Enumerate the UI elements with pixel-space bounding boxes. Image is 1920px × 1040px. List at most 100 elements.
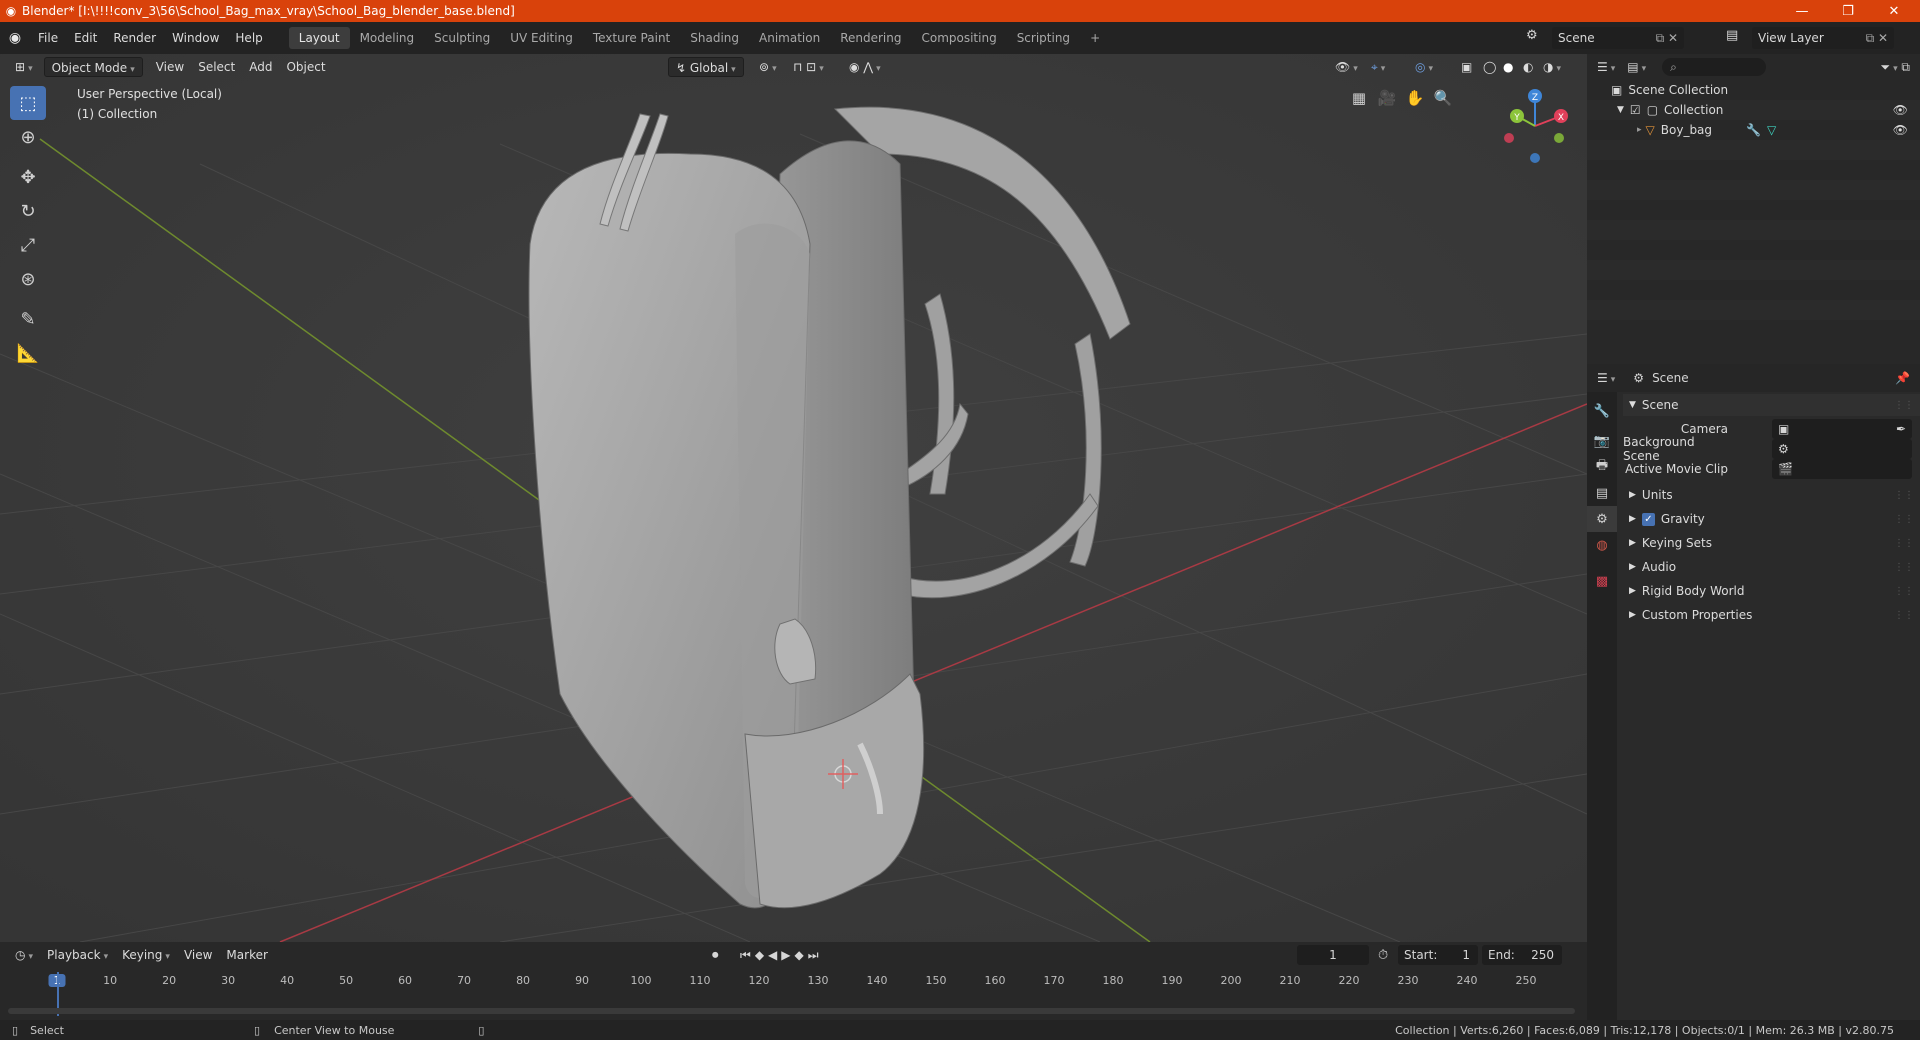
world-tab-icon[interactable]: ◍ xyxy=(1587,532,1617,558)
scene-panel-header[interactable]: ▼ Scene ⋮⋮ xyxy=(1623,394,1920,416)
drag-handle-icon[interactable]: ⋮⋮ xyxy=(1894,562,1914,573)
pivot-icon[interactable]: ⊚ ▾ xyxy=(752,57,784,77)
keying-sets-panel[interactable]: ▶ Keying Sets ⋮⋮ xyxy=(1623,532,1920,554)
pan-hand-icon[interactable]: ✋ xyxy=(1401,84,1429,112)
properties-editor-icon[interactable]: ☰ ▾ xyxy=(1597,371,1615,385)
annotate-icon[interactable]: ✎ xyxy=(10,302,46,336)
visibility-icon[interactable]: 👁 ▾ xyxy=(1328,57,1365,77)
texture-tab-icon[interactable]: ▩ xyxy=(1587,568,1617,594)
expand-arrow-icon[interactable]: ▼ xyxy=(1617,105,1624,115)
marker-menu[interactable]: Marker xyxy=(219,945,274,965)
cursor-icon[interactable]: ⊕ xyxy=(10,120,46,154)
frame-ruler[interactable]: 1102030405060708090100110120130140150160… xyxy=(0,972,1587,992)
viewport-menu-select[interactable]: Select xyxy=(191,57,242,77)
camera-view-icon[interactable]: 🎥 xyxy=(1373,84,1401,112)
play-icon[interactable]: ▶ xyxy=(781,948,794,962)
menu-file[interactable]: File xyxy=(30,27,66,49)
outliner-editor-icon[interactable]: ☰ ▾ xyxy=(1597,60,1615,74)
add-workspace-button[interactable]: + xyxy=(1080,27,1110,49)
move-icon[interactable]: ✥ xyxy=(10,160,46,194)
tab-sculpting[interactable]: Sculpting xyxy=(424,27,500,49)
pin-icon[interactable]: 📌 xyxy=(1895,371,1910,385)
timeline-scrollbar[interactable] xyxy=(8,1008,1575,1014)
record-icon[interactable]: ⏺ xyxy=(712,948,719,963)
zoom-icon[interactable]: 🔍 xyxy=(1429,84,1457,112)
object-visibility-eye-icon[interactable]: 👁 xyxy=(1893,123,1908,137)
output-tab-icon[interactable]: 🖶 xyxy=(1587,454,1617,480)
tab-uv-editing[interactable]: UV Editing xyxy=(500,27,583,49)
filter-icon[interactable]: ⏷ ▾ ⧉ xyxy=(1880,60,1910,75)
end-frame-field[interactable]: End: 250 xyxy=(1482,945,1562,965)
collection-visibility-eye-icon[interactable]: 👁 xyxy=(1893,103,1908,117)
minimize-button[interactable]: — xyxy=(1779,0,1825,22)
menu-edit[interactable]: Edit xyxy=(66,27,105,49)
3d-viewport[interactable]: ⊞ ▾ Object Mode ▾ View Select Add Object ↯… xyxy=(0,54,1587,942)
drag-handle-icon[interactable]: ⋮⋮ xyxy=(1894,610,1914,621)
tab-shading[interactable]: Shading xyxy=(680,27,749,49)
active-movie-clip-field[interactable]: 🎬 xyxy=(1772,459,1912,479)
drag-handle-icon[interactable]: ⋮⋮ xyxy=(1894,400,1914,411)
snap-icon[interactable]: ⊓ ⊡ ▾ xyxy=(786,57,831,77)
blender-menu-icon[interactable]: ◉ xyxy=(0,30,30,46)
tab-animation[interactable]: Animation xyxy=(749,27,830,49)
viewport-menu-add[interactable]: Add xyxy=(242,57,279,77)
view-layer-icon[interactable]: ▤ xyxy=(1726,28,1738,43)
view-layer-copy-icon[interactable]: ⧉ ✕ xyxy=(1866,31,1888,46)
gravity-panel[interactable]: ▶ ✓ Gravity ⋮⋮ xyxy=(1623,508,1920,530)
transform-icon[interactable]: ⊛ xyxy=(10,262,46,296)
measure-icon[interactable]: 📐 xyxy=(10,336,46,370)
close-button[interactable]: ✕ xyxy=(1871,0,1917,22)
navigation-gizmo[interactable]: Z X Y xyxy=(1495,86,1575,166)
jump-start-icon[interactable]: ⏮ xyxy=(740,948,755,962)
overlay-toggle-icon[interactable]: ◎ ▾ xyxy=(1408,57,1440,77)
rendered-shading-icon[interactable]: ◑ ▾ xyxy=(1536,57,1568,77)
scale-icon[interactable]: ⤢ xyxy=(10,228,46,262)
maximize-button[interactable]: ❐ xyxy=(1825,0,1871,22)
menu-help[interactable]: Help xyxy=(227,27,270,49)
viewport-menu-object[interactable]: Object xyxy=(279,57,332,77)
orientation-selector[interactable]: ↯ Global ▾ xyxy=(668,57,744,77)
mesh-data-icon[interactable]: ▽ xyxy=(1767,123,1776,137)
view-layer-field[interactable]: View Layer ⧉ ✕ xyxy=(1752,27,1894,49)
playback-menu[interactable]: Playback ▾ xyxy=(40,945,115,965)
drag-handle-icon[interactable]: ⋮⋮ xyxy=(1894,514,1914,525)
modifier-wrench-icon[interactable]: 🔧 xyxy=(1746,123,1761,137)
outliner-row-collection[interactable]: ▼ ☑ ▢ Collection 👁 xyxy=(1587,100,1920,120)
editor-type-icon[interactable]: ⊞ ▾ xyxy=(8,57,40,77)
custom-properties-panel[interactable]: ▶ Custom Properties ⋮⋮ xyxy=(1623,604,1920,626)
tab-scripting[interactable]: Scripting xyxy=(1007,27,1080,49)
drag-handle-icon[interactable]: ⋮⋮ xyxy=(1894,490,1914,501)
keying-menu[interactable]: Keying ▾ xyxy=(115,945,177,965)
tab-compositing[interactable]: Compositing xyxy=(911,27,1006,49)
drag-handle-icon[interactable]: ⋮⋮ xyxy=(1894,586,1914,597)
outliner-search-input[interactable]: ⌕ xyxy=(1662,58,1767,76)
select-box-icon[interactable]: ⬚ xyxy=(10,86,46,120)
display-mode-icon[interactable]: ▤ ▾ xyxy=(1627,60,1646,74)
outliner-row-boy-bag[interactable]: ▸ ▽ Boy_bag 🔧 ▽ 👁 xyxy=(1587,120,1920,140)
outliner-row-scene-collection[interactable]: ▣ Scene Collection xyxy=(1587,80,1920,100)
audio-panel[interactable]: ▶ Audio ⋮⋮ xyxy=(1623,556,1920,578)
prev-keyframe-icon[interactable]: ◆ xyxy=(755,948,768,962)
tool-settings-tab-icon[interactable]: 🔧 xyxy=(1587,398,1617,424)
checkbox-icon[interactable]: ☑ xyxy=(1630,103,1641,117)
next-keyframe-icon[interactable]: ◆ xyxy=(795,948,808,962)
menu-window[interactable]: Window xyxy=(164,27,227,49)
tab-rendering[interactable]: Rendering xyxy=(830,27,911,49)
tab-texture-paint[interactable]: Texture Paint xyxy=(583,27,680,49)
scene-field[interactable]: Scene ⧉ ✕ xyxy=(1552,27,1684,49)
jump-end-icon[interactable]: ⏭ xyxy=(808,948,823,962)
gizmo-toggle-icon[interactable]: ⌖ ▾ xyxy=(1364,57,1392,77)
eyedropper-icon[interactable]: ✒ xyxy=(1896,422,1906,436)
grid-view-icon[interactable]: ▦ xyxy=(1345,84,1373,112)
auto-keying-clock-icon[interactable]: ⏱ xyxy=(1378,948,1388,963)
scene-copy-icon[interactable]: ⧉ ✕ xyxy=(1656,31,1678,46)
tab-layout[interactable]: Layout xyxy=(288,27,350,49)
collapse-arrow-icon[interactable]: ▸ xyxy=(1637,125,1642,135)
rotate-icon[interactable]: ↻ xyxy=(10,194,46,228)
scene-tab-icon[interactable]: ⚙ xyxy=(1587,506,1617,532)
tab-modeling[interactable]: Modeling xyxy=(350,27,425,49)
drag-handle-icon[interactable]: ⋮⋮ xyxy=(1894,538,1914,549)
background-scene-field[interactable]: ⚙ xyxy=(1772,439,1912,459)
play-reverse-icon[interactable]: ◀ xyxy=(768,948,781,962)
gravity-checkbox[interactable]: ✓ xyxy=(1641,512,1655,526)
